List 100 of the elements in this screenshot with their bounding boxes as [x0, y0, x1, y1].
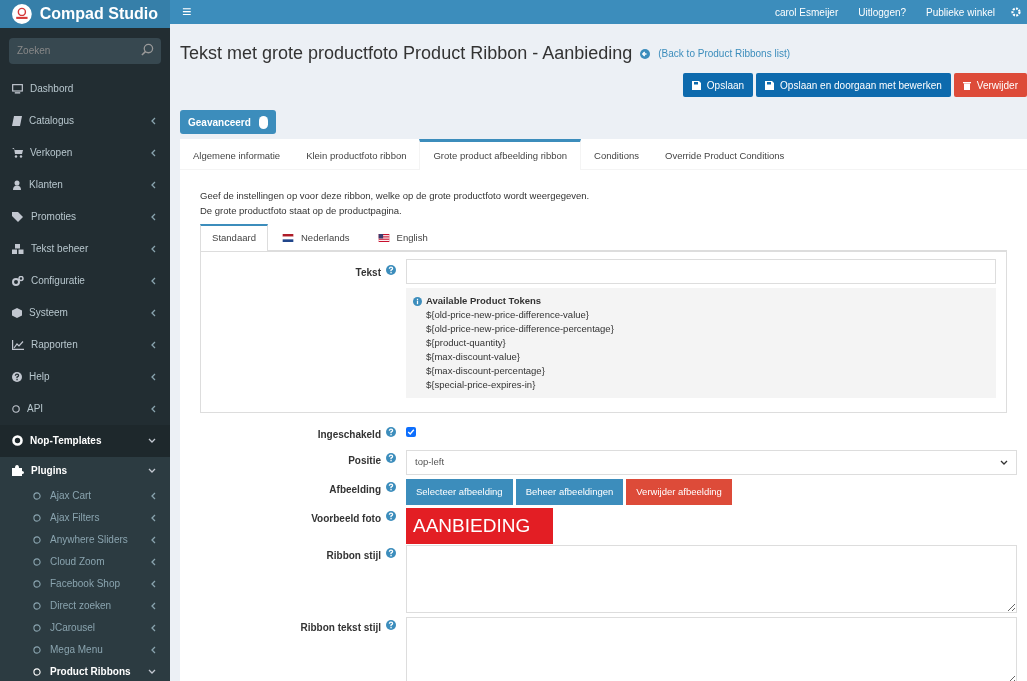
chevron-left-icon: [150, 116, 156, 125]
language-tab[interactable]: Nederlands: [268, 224, 364, 251]
help-icon: [386, 482, 396, 492]
submenu-item[interactable]: Ajax Cart: [0, 484, 170, 507]
us-flag-icon: [377, 234, 390, 242]
text-input[interactable]: [406, 259, 996, 284]
help-icon: [386, 265, 396, 275]
sidebar-item[interactable]: Help: [0, 360, 170, 393]
header-link[interactable]: carol Esmeijer: [774, 4, 839, 20]
puzzle-icon: [12, 465, 24, 476]
ribbon-preview: AANBIEDING: [406, 508, 553, 544]
chevron-left-icon: [150, 148, 156, 157]
field-label: Ingeschakeld: [317, 428, 381, 442]
field-label: Ribbon stijl: [326, 549, 381, 563]
tab[interactable]: Klein productfoto ribbon: [293, 139, 420, 170]
chevron-left-icon: [150, 244, 156, 253]
submenu-item[interactable]: Mega Menu: [0, 638, 170, 661]
help-icon: [386, 620, 396, 630]
back-arrow-icon: [640, 48, 651, 59]
advanced-toggle[interactable]: Geavanceerd: [180, 110, 276, 134]
token-text: ${product-quantity}: [426, 336, 507, 351]
sidebar-label: Dashbord: [30, 82, 74, 96]
language-tab[interactable]: English: [363, 224, 442, 251]
monitor-icon: [12, 83, 23, 94]
sidebar-item[interactable]: Dashbord: [0, 72, 170, 105]
help-icon: [386, 511, 396, 521]
submenu-label: Anywhere Sliders: [50, 533, 128, 547]
style-textarea[interactable]: [406, 617, 1017, 681]
sidebar-item[interactable]: Catalogus: [0, 104, 170, 137]
sidebar-item[interactable]: Configuratie: [0, 264, 170, 297]
trash-icon: [962, 80, 971, 90]
sidebar-label: Tekst beheer: [31, 242, 89, 256]
sidebar-item[interactable]: Systeem: [0, 296, 170, 329]
header-link[interactable]: Publieke winkel: [926, 4, 995, 20]
save-button[interactable]: Opslaan: [682, 73, 754, 97]
cubes-icon: [12, 243, 24, 254]
tab[interactable]: Grote product afbeelding ribbon: [419, 139, 582, 170]
circle-icon: [33, 623, 41, 632]
submenu-label: Product Ribbons: [50, 665, 131, 679]
sidebar-item[interactable]: Plugins: [0, 456, 170, 485]
book-icon: [12, 115, 22, 126]
image-button[interactable]: Selecteer afbeelding: [406, 479, 513, 505]
submenu-label: Mega Menu: [50, 643, 103, 657]
settings-icon[interactable]: [1011, 7, 1021, 17]
sidebar-item[interactable]: Tekst beheer: [0, 232, 170, 265]
tab[interactable]: Algemene informatie: [180, 139, 294, 170]
menu-toggle[interactable]: ≡: [182, 0, 192, 24]
sidebar-item[interactable]: Verkopen: [0, 136, 170, 169]
sidebar-item[interactable]: Klanten: [0, 168, 170, 201]
circle-icon: [33, 491, 41, 500]
submenu-item[interactable]: Facebook Shop: [0, 572, 170, 595]
brand-name[interactable]: Compad Studio: [39, 2, 158, 26]
sidebar-item[interactable]: Nop-Templates: [0, 424, 170, 457]
help-icon: [12, 371, 22, 382]
image-button[interactable]: Verwijder afbeelding: [626, 479, 732, 505]
search-field[interactable]: Zoeken: [9, 37, 161, 64]
submenu-label: Facebook Shop: [50, 577, 121, 591]
submenu-item[interactable]: Product Ribbons: [0, 660, 170, 681]
circle-icon: [33, 557, 41, 566]
image-button[interactable]: Beheer afbeeldingen: [515, 479, 624, 505]
delete-button[interactable]: Verwijder: [953, 73, 1027, 97]
chevron-down-icon: [1000, 459, 1008, 466]
user-icon: [12, 179, 22, 190]
line-chart-icon: [12, 339, 24, 350]
sidebar-item[interactable]: Rapporten: [0, 328, 170, 361]
sidebar-item[interactable]: Promoties: [0, 200, 170, 233]
token-text: ${special-price-expires-in}: [426, 378, 537, 393]
position-select[interactable]: top-left: [406, 450, 1017, 475]
header-link[interactable]: Uitloggen?: [858, 4, 907, 20]
submenu-label: Ajax Filters: [50, 511, 100, 525]
save-button[interactable]: Opslaan en doorgaan met bewerken: [756, 73, 951, 97]
submenu-item[interactable]: Ajax Filters: [0, 506, 170, 529]
circle-icon: [33, 667, 41, 676]
circle-icon: [33, 579, 41, 588]
circle-icon: [12, 404, 20, 413]
style-textarea[interactable]: [406, 545, 1017, 613]
tab[interactable]: Conditions: [581, 139, 652, 170]
submenu-item[interactable]: JCarousel: [0, 616, 170, 639]
sidebar-label: Klanten: [29, 178, 63, 192]
submenu-item[interactable]: Cloud Zoom: [0, 550, 170, 573]
token-text: ${old-price-new-price-difference-value}: [426, 308, 590, 323]
field-label: Tekst: [355, 266, 381, 280]
submenu-label: Cloud Zoom: [50, 555, 105, 569]
gears-icon: [12, 275, 24, 286]
chevron-left-icon: [150, 404, 156, 413]
language-tab[interactable]: Standaard: [200, 224, 268, 251]
submenu-item[interactable]: Direct zoeken: [0, 594, 170, 617]
sidebar-item[interactable]: API: [0, 392, 170, 425]
tokens-title: Available Product Tokens: [426, 294, 542, 308]
tab[interactable]: Override Product Conditions: [652, 139, 798, 170]
chevron-down-icon: [148, 467, 156, 474]
sidebar-label: API: [27, 402, 44, 416]
checkbox[interactable]: [406, 427, 416, 437]
sidebar-label: Rapporten: [31, 338, 78, 352]
field-label: Voorbeeld foto: [311, 512, 381, 526]
netherlands-flag-icon: [282, 234, 294, 242]
cart-icon: [12, 147, 23, 158]
circle-icon: [33, 535, 41, 544]
chevron-left-icon: [150, 212, 156, 221]
submenu-item[interactable]: Anywhere Sliders: [0, 528, 170, 551]
